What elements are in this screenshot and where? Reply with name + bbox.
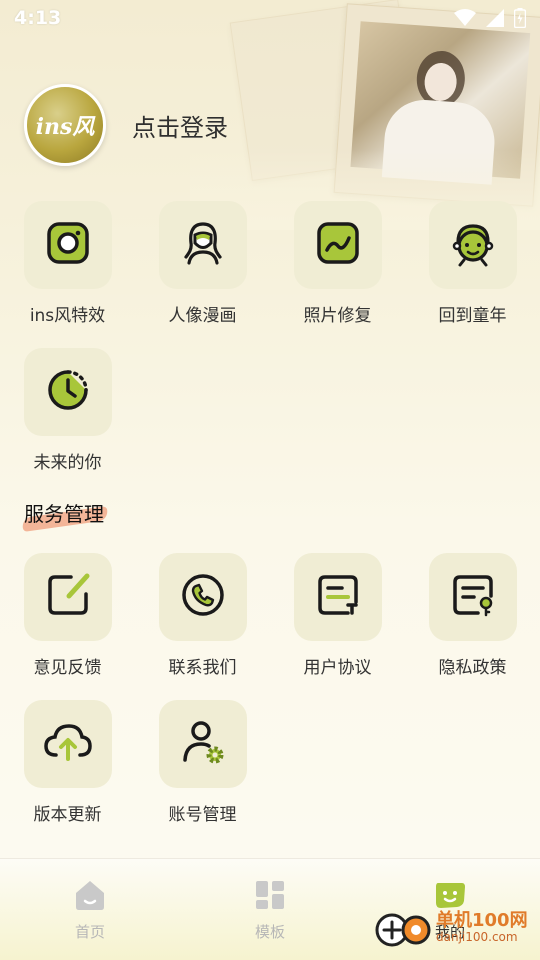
- home-icon: [73, 881, 107, 915]
- status-time: 4:13: [14, 7, 62, 29]
- instagram-icon: [45, 220, 91, 270]
- service-label: 账号管理: [168, 805, 237, 825]
- wifi-icon: [454, 9, 476, 27]
- photo-repair-icon: [315, 220, 361, 270]
- account-settings-icon: [179, 718, 227, 770]
- child-face-icon: [448, 218, 498, 272]
- cloud-upload-icon: [42, 719, 94, 769]
- section-title-services: 服务管理: [21, 498, 109, 532]
- service-label: 用户协议: [303, 658, 372, 678]
- bottom-nav: 首页 模板 我的 单机100网 danji100.com: [0, 858, 540, 960]
- service-contact[interactable]: 联系我们: [135, 553, 270, 678]
- status-bar: 4:13: [0, 0, 540, 36]
- login-link[interactable]: 点击登录: [132, 108, 228, 143]
- phone-icon: [180, 572, 226, 622]
- feature-label: 回到童年: [438, 306, 507, 326]
- feature-label: ins风特效: [29, 306, 106, 326]
- signal-icon: [486, 9, 504, 27]
- service-feedback[interactable]: 意见反馈: [0, 553, 135, 678]
- service-privacy[interactable]: 隐私政策: [405, 553, 540, 678]
- service-label: 联系我们: [168, 658, 237, 678]
- feature-label: 未来的你: [33, 453, 102, 473]
- service-label: 意见反馈: [33, 658, 102, 678]
- feedback-icon: [45, 572, 91, 622]
- battery-icon: [514, 8, 526, 28]
- feature-photo-repair[interactable]: 照片修复: [270, 201, 405, 326]
- template-icon: [254, 881, 286, 915]
- feature-portrait-comic[interactable]: 人像漫画: [135, 201, 270, 326]
- future-clock-icon: [44, 366, 92, 418]
- feature-ins-effect[interactable]: ins风特效: [0, 201, 135, 326]
- nav-template[interactable]: 模板: [210, 879, 330, 942]
- nav-label: 首页: [74, 923, 105, 941]
- service-user-agreement[interactable]: 用户协议: [270, 553, 405, 678]
- feature-future-you[interactable]: 未来的你: [0, 348, 135, 473]
- service-label: 版本更新: [33, 805, 102, 825]
- nav-label: 模板: [254, 923, 285, 941]
- nav-home[interactable]: 首页: [30, 879, 150, 942]
- watermark-logo-icon: [374, 908, 434, 956]
- feature-childhood[interactable]: 回到童年: [405, 201, 540, 326]
- service-account-management[interactable]: 账号管理: [135, 700, 270, 825]
- avatar-logo-text: ins风: [35, 114, 95, 140]
- service-label: 隐私政策: [438, 658, 507, 678]
- privacy-icon: [450, 572, 496, 622]
- watermark-brand: 单机100网: [436, 910, 528, 931]
- service-version-update[interactable]: 版本更新: [0, 700, 135, 825]
- watermark-url: danji100.com: [436, 930, 518, 944]
- portrait-icon: [179, 219, 227, 271]
- portrait-photo: [350, 21, 531, 185]
- agreement-icon: [315, 572, 361, 622]
- feature-label: 人像漫画: [168, 306, 237, 326]
- site-watermark: 单机100网 danji100.com: [374, 904, 534, 954]
- feature-label: 照片修复: [303, 306, 372, 326]
- avatar[interactable]: ins风: [24, 84, 106, 166]
- profile-header: ins风 点击登录: [24, 84, 228, 166]
